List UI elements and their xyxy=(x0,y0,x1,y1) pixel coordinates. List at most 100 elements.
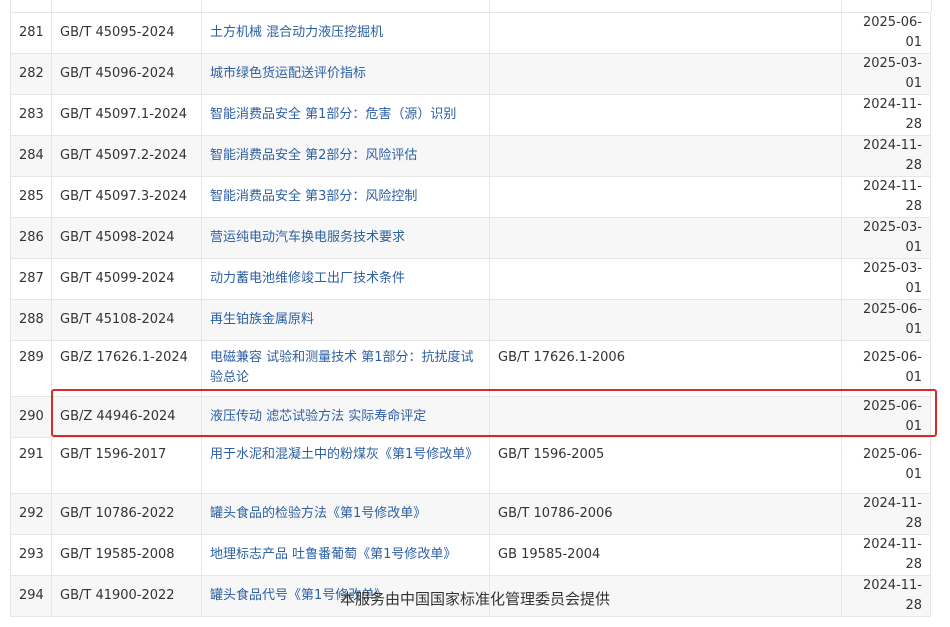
table-row: 286 GB/T 45098-2024 营运纯电动汽车换电服务技术要求 2025-03… xyxy=(10,217,931,259)
standard-name-link-cell[interactable]: 智能消费品安全 第1部分：危害（源）识别 xyxy=(201,94,490,136)
table-row: 290 GB/Z 44946-2024 液压传动 滤芯试验方法 实际寿命评定 2025… xyxy=(10,396,931,438)
standard-name-link-cell[interactable]: 罐头食品的检验方法《第1号修改单》 xyxy=(201,493,490,535)
standard-code: GB/T 45098-2024 xyxy=(60,230,175,245)
standard-code: GB/Z 44946-2024 xyxy=(60,409,176,424)
replaced-standard-cell xyxy=(489,299,842,341)
row-number: 288 xyxy=(19,312,44,327)
implementation-date-cell: 2025-06-01 xyxy=(841,396,931,438)
implementation-date: 2025-06-01 xyxy=(862,350,922,385)
standard-name-link-cell[interactable]: 智能消费品安全 第2部分：风险评估 xyxy=(201,135,490,177)
standard-name-link[interactable]: 动力蓄电池维修竣工出厂技术条件 xyxy=(210,271,405,286)
implementation-date: 2025-03-01 xyxy=(862,56,922,91)
standard-code-cell: GB/T 45098-2024 xyxy=(51,217,202,259)
standard-name-link[interactable]: 智能消费品安全 第3部分：风险控制 xyxy=(210,189,417,204)
implementation-date-cell: 2024-11-28 xyxy=(841,534,931,576)
standard-name-link[interactable]: 地理标志产品 吐鲁番葡萄《第1号修改单》 xyxy=(210,547,456,562)
row-number-cell: 282 xyxy=(10,53,52,95)
standard-code-cell: GB/Z 17626.1-2024 xyxy=(51,340,202,397)
standard-name-link-cell[interactable]: 土方机械 混合动力液压挖掘机 xyxy=(201,12,490,54)
standard-name-link-cell[interactable]: 地理标志产品 吐鲁番葡萄《第1号修改单》 xyxy=(201,534,490,576)
implementation-date-cell: 2025-03-01 xyxy=(841,258,931,300)
implementation-date-cell: 2024-11-28 xyxy=(841,176,931,218)
standard-name-link-cell[interactable]: 电磁兼容 试验和测量技术 第1部分：抗扰度试验总论 xyxy=(201,340,490,397)
implementation-date: 2024-11-28 xyxy=(862,179,922,214)
row-number: 283 xyxy=(19,107,44,122)
row-number: 289 xyxy=(19,350,44,365)
implementation-date-cell: 2025-06-01 xyxy=(841,437,931,494)
standard-name-link[interactable]: 智能消费品安全 第2部分：风险评估 xyxy=(210,148,417,163)
row-number: 287 xyxy=(19,271,44,286)
standard-code: GB/T 45108-2024 xyxy=(60,312,175,327)
standard-code-cell: GB/T 45097.2-2024 xyxy=(51,135,202,177)
implementation-date: 2024-11-28 xyxy=(862,138,922,173)
table-row: 288 GB/T 45108-2024 再生铂族金属原料 2025-06-01 xyxy=(10,299,931,341)
standard-name-link[interactable]: 营运纯电动汽车换电服务技术要求 xyxy=(210,230,405,245)
standard-name-link-cell[interactable]: 再生铂族金属原料 xyxy=(201,299,490,341)
row-number-cell: 284 xyxy=(10,135,52,177)
standard-name-link-cell[interactable]: 营运纯电动汽车换电服务技术要求 xyxy=(201,217,490,259)
implementation-date: 2024-11-28 xyxy=(862,537,922,572)
standard-name-link-cell[interactable]: 城市绿色货运配送评价指标 xyxy=(201,53,490,95)
standard-code-cell: GB/T 45099-2024 xyxy=(51,258,202,300)
implementation-date: 2025-06-01 xyxy=(862,399,922,434)
replaced-standard-cell xyxy=(489,217,842,259)
standard-name-link[interactable]: 土方机械 混合动力液压挖掘机 xyxy=(210,25,383,40)
replaced-standard: GB/T 17626.1-2006 xyxy=(498,350,625,365)
standard-name-link-cell[interactable]: 液压传动 滤芯试验方法 实际寿命评定 xyxy=(201,396,490,438)
implementation-date: 2025-06-01 xyxy=(862,447,922,482)
implementation-date-cell: 2025-03-01 xyxy=(841,53,931,95)
standard-name-link[interactable]: 罐头食品的检验方法《第1号修改单》 xyxy=(210,506,426,521)
standard-name-link-cell[interactable]: 智能消费品安全 第3部分：风险控制 xyxy=(201,176,490,218)
replaced-standard: GB 19585-2004 xyxy=(498,547,601,562)
standard-code: GB/T 19585-2008 xyxy=(60,547,175,562)
row-number-cell: 292 xyxy=(10,493,52,535)
standard-name-link[interactable]: 智能消费品安全 第1部分：危害（源）识别 xyxy=(210,107,456,122)
row-number: 285 xyxy=(19,189,44,204)
row-number-cell: 289 xyxy=(10,340,52,397)
replaced-standard-cell xyxy=(489,396,842,438)
row-number: 293 xyxy=(19,547,44,562)
row-number-cell: 288 xyxy=(10,299,52,341)
row-number: 290 xyxy=(19,409,44,424)
standard-name-link[interactable]: 电磁兼容 试验和测量技术 第1部分：抗扰度试验总论 xyxy=(210,350,474,385)
replaced-standard-cell xyxy=(489,94,842,136)
table-row: 292 GB/T 10786-2022 罐头食品的检验方法《第1号修改单》 GB/T … xyxy=(10,493,931,535)
replaced-standard-cell xyxy=(489,258,842,300)
standard-name-link[interactable]: 用于水泥和混凝土中的粉煤灰《第1号修改单》 xyxy=(210,447,478,462)
table-row: 282 GB/T 45096-2024 城市绿色货运配送评价指标 2025-03-01 xyxy=(10,53,931,95)
row-number-cell: 281 xyxy=(10,12,52,54)
table-row: 293 GB/T 19585-2008 地理标志产品 吐鲁番葡萄《第1号修改单》 GB… xyxy=(10,534,931,576)
row-number-cell: 290 xyxy=(10,396,52,438)
implementation-date-cell: 2025-06-01 xyxy=(841,12,931,54)
implementation-date-cell: 2025-06-01 xyxy=(841,340,931,397)
row-number-cell: 287 xyxy=(10,258,52,300)
row-number: 282 xyxy=(19,66,44,81)
implementation-date-cell: 2025-03-01 xyxy=(841,217,931,259)
row-number: 286 xyxy=(19,230,44,245)
implementation-date: 2024-11-28 xyxy=(862,496,922,531)
standard-code: GB/T 45097.2-2024 xyxy=(60,148,187,163)
standard-code-cell: GB/T 19585-2008 xyxy=(51,534,202,576)
standard-code-cell: GB/T 45095-2024 xyxy=(51,12,202,54)
table-row: 291 GB/T 1596-2017 用于水泥和混凝土中的粉煤灰《第1号修改单》 GB… xyxy=(10,437,931,494)
implementation-date: 2025-06-01 xyxy=(862,15,922,50)
standard-code: GB/T 45096-2024 xyxy=(60,66,175,81)
implementation-date-cell: 2025-06-01 xyxy=(841,299,931,341)
standard-code: GB/T 45097.1-2024 xyxy=(60,107,187,122)
replaced-standard-cell: GB/T 10786-2006 xyxy=(489,493,842,535)
standard-code-cell: GB/T 10786-2022 xyxy=(51,493,202,535)
standard-name-link-cell[interactable]: 用于水泥和混凝土中的粉煤灰《第1号修改单》 xyxy=(201,437,490,494)
implementation-date: 2025-03-01 xyxy=(862,220,922,255)
standard-name-link[interactable]: 再生铂族金属原料 xyxy=(210,312,314,327)
standard-name-link[interactable]: 液压传动 滤芯试验方法 实际寿命评定 xyxy=(210,409,426,424)
replaced-standard-cell: GB/T 1596-2005 xyxy=(489,437,842,494)
row-number-cell: 285 xyxy=(10,176,52,218)
standard-name-link[interactable]: 城市绿色货运配送评价指标 xyxy=(210,66,366,81)
implementation-date-cell: 2024-11-28 xyxy=(841,493,931,535)
standard-name-link-cell[interactable]: 动力蓄电池维修竣工出厂技术条件 xyxy=(201,258,490,300)
row-number: 291 xyxy=(19,447,44,462)
row-number: 281 xyxy=(19,25,44,40)
row-number: 292 xyxy=(19,506,44,521)
table-row: 281 GB/T 45095-2024 土方机械 混合动力液压挖掘机 2025-06-… xyxy=(10,12,931,54)
standard-code-cell: GB/T 1596-2017 xyxy=(51,437,202,494)
